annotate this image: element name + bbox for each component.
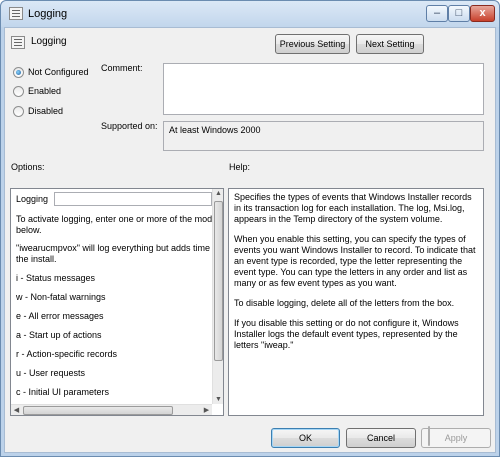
radio-label: Not Configured xyxy=(28,67,89,77)
options-text-line: c - Initial UI parameters xyxy=(16,387,110,397)
radio-disabled[interactable]: Disabled xyxy=(13,106,103,118)
horizontal-scroll-thumb[interactable] xyxy=(23,406,173,415)
comment-textarea[interactable] xyxy=(163,63,484,115)
options-text-line: "iwearucmpvox" will log everything but a… xyxy=(16,243,220,253)
options-text-line: e - All error messages xyxy=(16,311,104,321)
radio-enabled[interactable]: Enabled xyxy=(13,86,103,98)
scroll-left-icon[interactable]: ◀ xyxy=(11,406,22,414)
options-text-line: To activate logging, enter one or more o… xyxy=(16,214,222,224)
options-text-line: a - Start up of actions xyxy=(16,330,102,340)
radio-label: Disabled xyxy=(28,106,64,116)
setting-icon xyxy=(11,36,25,49)
radio-not-configured[interactable]: Not Configured xyxy=(13,67,103,79)
options-text-line: r - Action-specific records xyxy=(16,349,118,359)
cancel-button[interactable]: Cancel xyxy=(346,428,416,448)
help-paragraph: If you disable this setting or do not co… xyxy=(234,318,459,350)
supported-on-value: At least Windows 2000 xyxy=(163,121,484,151)
policy-setting-icon xyxy=(9,7,23,20)
title-bar[interactable]: Logging – □ x xyxy=(1,1,499,27)
dialog-window: Logging – □ x Logging Previous Setting N… xyxy=(0,0,500,457)
apply-button[interactable]: Apply xyxy=(421,428,491,448)
help-label: Help: xyxy=(229,162,251,172)
next-setting-button[interactable]: Next Setting xyxy=(356,34,424,54)
window-title: Logging xyxy=(28,8,68,20)
radio-dot xyxy=(13,86,24,97)
logging-field-label: Logging xyxy=(16,194,49,204)
options-text-line: u - User requests xyxy=(16,368,86,378)
scroll-right-icon[interactable]: ▶ xyxy=(201,406,212,414)
help-paragraph: Specifies the types of events that Windo… xyxy=(234,192,472,224)
comment-label: Comment: xyxy=(101,63,143,73)
options-horizontal-scrollbar[interactable]: ◀ ▶ xyxy=(11,404,212,415)
options-text-line: the install. xyxy=(16,254,57,264)
setting-name: Logging xyxy=(31,36,67,47)
radio-dot-selected xyxy=(13,67,24,78)
dialog-client-area: Logging Previous Setting Next Setting No… xyxy=(4,27,496,453)
help-paragraph: To disable logging, delete all of the le… xyxy=(234,298,455,308)
options-text-line: w - Non-fatal warnings xyxy=(16,292,106,302)
supported-on-text: At least Windows 2000 xyxy=(169,125,261,135)
help-pane[interactable]: Specifies the types of events that Windo… xyxy=(228,188,484,416)
minimize-button[interactable]: – xyxy=(426,5,448,22)
maximize-button[interactable]: □ xyxy=(448,5,470,22)
help-paragraph: When you enable this setting, you can sp… xyxy=(234,234,476,288)
options-label: Options: xyxy=(11,162,45,172)
previous-setting-button[interactable]: Previous Setting xyxy=(275,34,350,54)
options-vertical-scrollbar[interactable]: ▲ ▼ xyxy=(212,189,223,404)
scroll-down-icon[interactable]: ▼ xyxy=(213,396,223,403)
logging-modes-input[interactable] xyxy=(54,192,212,206)
ok-button[interactable]: OK xyxy=(271,428,340,448)
radio-dot xyxy=(13,106,24,117)
scroll-up-icon[interactable]: ▲ xyxy=(213,190,223,197)
radio-label: Enabled xyxy=(28,86,62,96)
options-text-line: i - Status messages xyxy=(16,273,96,283)
options-text-line: below. xyxy=(16,225,42,235)
options-pane[interactable]: Logging To activate logging, enter one o… xyxy=(10,188,224,416)
close-button[interactable]: x xyxy=(470,5,495,22)
unused xyxy=(428,426,430,446)
vertical-scroll-thumb[interactable] xyxy=(214,201,223,361)
supported-on-label: Supported on: xyxy=(101,121,158,131)
